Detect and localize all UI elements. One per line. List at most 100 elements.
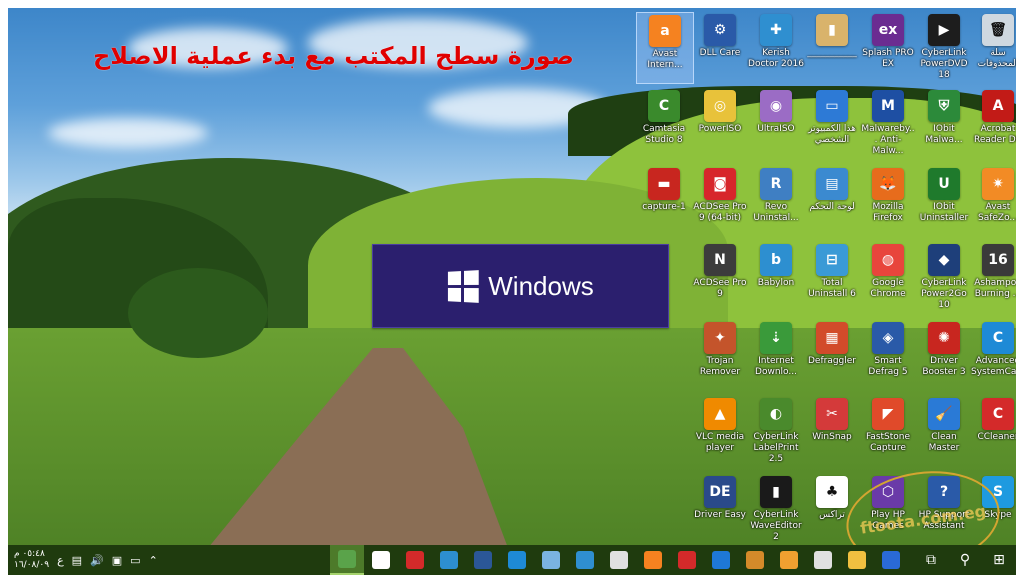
edge-app[interactable] xyxy=(704,545,738,575)
snagit-app[interactable] xyxy=(670,545,704,575)
word-app[interactable] xyxy=(466,545,500,575)
task-view-button[interactable]: ⧉ xyxy=(914,545,948,575)
desktop-icon[interactable]: ◍ Google Chrome xyxy=(860,242,916,312)
desktop-icon-label: WinSnap xyxy=(812,432,852,442)
app-icon: ◉ xyxy=(760,90,792,122)
desktop-icon[interactable]: N ACDSee Pro 9 xyxy=(692,242,748,312)
desktop-icon-label: Driver Booster 3 xyxy=(922,356,966,377)
babylon-app[interactable] xyxy=(432,545,466,575)
app-icon: ▶ xyxy=(928,14,960,46)
desktop-icon[interactable]: ◎ PowerISO xyxy=(692,88,748,158)
desktop-icon-label: Camtasia Studio 8 xyxy=(642,124,686,145)
desktop-icon[interactable]: a Avast Intern... xyxy=(636,12,694,84)
desktop-icon[interactable]: ◉ UltraISO xyxy=(748,88,804,158)
desktop-icon[interactable]: CAdvanced SystemCa... xyxy=(970,320,1016,390)
search-icon: ⚲ xyxy=(959,552,971,568)
app-icon: ⛨ xyxy=(928,90,960,122)
desktop-icon[interactable]: U IObit Uninstaller xyxy=(916,166,972,236)
notifications-icon[interactable]: ▤ xyxy=(72,554,82,567)
power-icon[interactable]: ▭ xyxy=(130,554,140,567)
desktop-icon[interactable]: ✚ Kerish Doctor 2016 xyxy=(748,12,804,82)
desktop-icon[interactable]: ▲ VLC media player xyxy=(692,396,748,466)
gallery-icon xyxy=(746,551,764,569)
app-icon: b xyxy=(760,244,792,276)
desktop-icon-label: Google Chrome xyxy=(870,278,906,299)
desktop-icon[interactable]: ▭ هذا الكمبيوتر الشخصي xyxy=(804,88,860,158)
desktop-icon[interactable]: ▮ CyberLink WaveEditor 2 xyxy=(748,474,804,544)
desktop-icon[interactable]: ▤ لوحة التحكم xyxy=(804,166,860,236)
desktop-icon[interactable]: R Revo Uninstal... xyxy=(748,166,804,236)
desktop-icon[interactable]: DE Driver Easy xyxy=(692,474,748,544)
app-icon: ▭ xyxy=(816,90,848,122)
start-button[interactable]: ⊞ xyxy=(982,545,1016,575)
desktop-icon[interactable]: ✂ WinSnap xyxy=(804,396,860,466)
desktop-icon[interactable]: ⇣ Internet Downlo... xyxy=(748,320,804,390)
network-icon[interactable]: ▣ xyxy=(112,554,122,567)
app-icon: ▲ xyxy=(704,398,736,430)
desktop-icon-label: Avast Intern... xyxy=(647,49,683,70)
explorer-app[interactable] xyxy=(840,545,874,575)
desktop-icon[interactable]: ⛨ IObit Malwa... xyxy=(916,88,972,158)
recorder-app[interactable] xyxy=(398,545,432,575)
taskbar: ٠٥:٤٨ م ١٦/٠٨/٠٩ ع ▤ 🔊 ▣ ▭ ⌃ ⧉ ⚲ ⊞ xyxy=(8,545,1016,575)
folder-blue-app[interactable] xyxy=(534,545,568,575)
app-icon: ✷ xyxy=(982,168,1014,200)
ms-paint-app[interactable] xyxy=(602,545,636,575)
desktop-icon[interactable]: ▶ CyberLink PowerDVD 18 xyxy=(916,12,972,82)
clock[interactable]: ٠٥:٤٨ م ١٦/٠٨/٠٩ xyxy=(14,549,49,571)
media-app[interactable] xyxy=(772,545,806,575)
desktop-icon[interactable]: ◆ CyberLink Power2Go 10 xyxy=(916,242,972,312)
app-icon: C xyxy=(982,398,1014,430)
desktop-icon[interactable]: 🦊 Mozilla Firefox xyxy=(860,166,916,236)
search-button[interactable]: ⚲ xyxy=(948,545,982,575)
volume-icon[interactable]: 🔊 xyxy=(90,554,104,567)
desktop-icon[interactable]: ⊟ Total Uninstall 6 xyxy=(804,242,860,312)
desktop-icon[interactable]: 🧹 Clean Master xyxy=(916,396,972,466)
desktop-icon[interactable]: 16Ashampoo Burning ... xyxy=(970,242,1016,312)
edge-icon xyxy=(712,551,730,569)
desktop-icon[interactable]: b Babylon xyxy=(748,242,804,312)
desktop-icon[interactable]: ◙ ACDSee Pro 9 (64-bit) xyxy=(692,166,748,236)
store-app[interactable] xyxy=(806,545,840,575)
desktop-icon[interactable]: ◈ Smart Defrag 5 xyxy=(860,320,916,390)
desktop-icon[interactable]: 🗑 سلة المحذوفات xyxy=(970,12,1016,82)
watermark-text: ftoota.com.eg xyxy=(858,500,988,538)
chevron-up-icon[interactable]: ⌃ xyxy=(149,554,158,567)
desktop-icon[interactable]: C Camtasia Studio 8 xyxy=(636,88,692,158)
advanced-systemcare-icon xyxy=(508,551,526,569)
camtasia-app[interactable] xyxy=(364,545,398,575)
desktop-icon[interactable]: ◐ CyberLink LabelPrint 2.5 xyxy=(748,396,804,466)
desktop-icon-label: Avast SafeZo... xyxy=(977,202,1016,223)
desktop-icon[interactable]: ▦ Defraggler xyxy=(804,320,860,390)
desktop-icon[interactable]: ✷ Avast SafeZo... xyxy=(970,166,1016,236)
desktop-icon[interactable]: ✺ Driver Booster 3 xyxy=(916,320,972,390)
media-player-app[interactable] xyxy=(874,545,908,575)
desktop-icon[interactable]: ✦ Trojan Remover xyxy=(692,320,748,390)
desktop[interactable]: صورة سطح المكتب مع بدء عملية الاصلاح Win… xyxy=(8,8,1016,545)
desktop-icon[interactable]: M Malwareby... Anti-Malw... xyxy=(860,88,916,158)
desktop-icon[interactable]: ⚙ DLL Care xyxy=(692,12,748,82)
desktop-icon-label: PowerISO xyxy=(698,124,742,134)
desktop-icon[interactable]: C CCleaner xyxy=(970,396,1016,466)
desktop-icon[interactable]: ▬ capture-1 xyxy=(636,166,692,236)
desktop-icon[interactable]: ex Splash PRO EX xyxy=(860,12,916,82)
desktop-icon-label: Advanced SystemCa... xyxy=(971,356,1016,377)
kerish-app[interactable] xyxy=(568,545,602,575)
overlay-title: صورة سطح المكتب مع بدء عملية الاصلاح xyxy=(93,42,574,70)
task-view-icon: ⧉ xyxy=(926,552,936,568)
desktop-icon[interactable]: ◤ FastStone Capture xyxy=(860,396,916,466)
language-indicator[interactable]: ع xyxy=(57,554,64,567)
windows-logo-icon xyxy=(448,269,479,303)
gallery-app[interactable] xyxy=(738,545,772,575)
desktop-icon[interactable]: AAcrobat Reader DC xyxy=(970,88,1016,158)
desktop-icon-label: Acrobat Reader DC xyxy=(974,124,1016,145)
desktop-icon-label: ___________ xyxy=(807,48,857,58)
advanced-systemcare-app[interactable] xyxy=(500,545,534,575)
desktop-icon-label: Internet Downlo... xyxy=(755,356,797,377)
desktop-active-app[interactable] xyxy=(330,545,364,575)
desktop-icon-label: Mozilla Firefox xyxy=(872,202,904,223)
desktop-icon-label: Malwareby... Anti-Malw... xyxy=(861,124,915,156)
avast-app[interactable] xyxy=(636,545,670,575)
app-icon: C xyxy=(982,322,1014,354)
desktop-icon[interactable]: ▮ ___________ xyxy=(804,12,860,82)
